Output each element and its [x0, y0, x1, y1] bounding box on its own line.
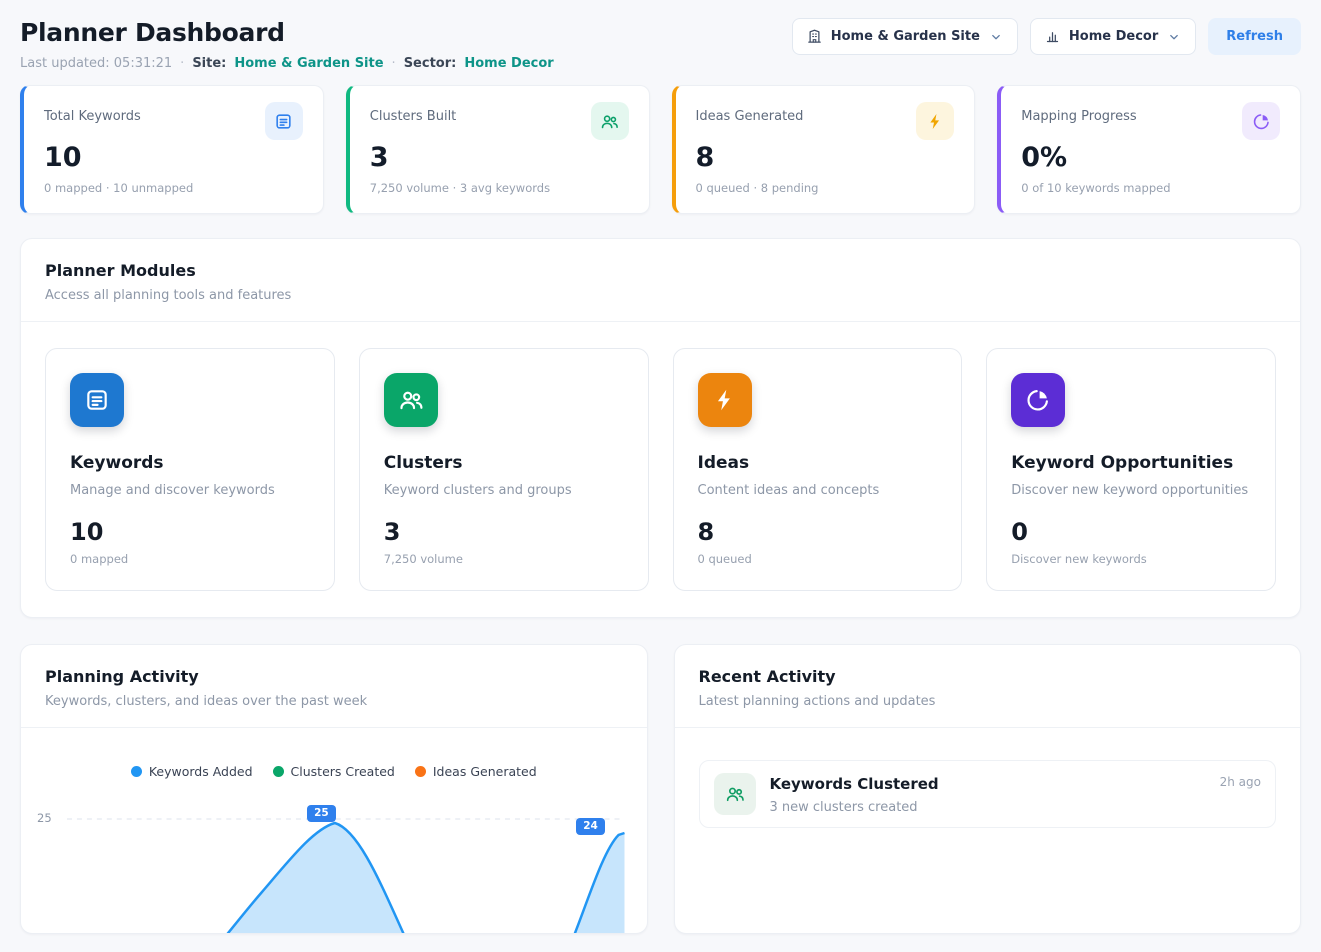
module-description: Content ideas and concepts: [698, 483, 938, 498]
module-description: Discover new keyword opportunities: [1011, 483, 1251, 498]
legend-label: Keywords Added: [149, 764, 253, 779]
recent-activity-panel: Recent Activity Latest planning actions …: [674, 644, 1302, 934]
stat-value: 10: [44, 142, 303, 173]
stat-detail: 7,250 volume · 3 avg keywords: [370, 181, 629, 195]
site-selector-value: Home & Garden Site: [831, 29, 980, 44]
keywords-added-area-series: [67, 813, 625, 934]
module-value: 10: [70, 518, 310, 546]
activity-title: Keywords Clustered: [770, 775, 1206, 793]
module-title: Keyword Opportunities: [1011, 453, 1251, 473]
planning-activity-title: Planning Activity: [45, 667, 623, 686]
data-label-right: 24: [576, 818, 605, 835]
users-icon: [714, 773, 756, 815]
document-icon: [265, 102, 303, 140]
planner-modules-panel: Planner Modules Access all planning tool…: [20, 238, 1301, 618]
legend-dot: [273, 766, 284, 777]
module-card-clusters[interactable]: Clusters Keyword clusters and groups 3 7…: [359, 348, 649, 591]
module-title: Clusters: [384, 453, 624, 473]
activity-timestamp: 2h ago: [1220, 775, 1261, 789]
legend-label: Clusters Created: [291, 764, 395, 779]
sector-label: Sector:: [404, 56, 457, 71]
module-card-keyword-opportunities[interactable]: Keyword Opportunities Discover new keywo…: [986, 348, 1276, 591]
bottom-row: Planning Activity Keywords, clusters, an…: [20, 644, 1301, 934]
stat-detail: 0 mapped · 10 unmapped: [44, 181, 303, 195]
module-card-ideas[interactable]: Ideas Content ideas and concepts 8 0 que…: [673, 348, 963, 591]
header-left: Planner Dashboard Last updated: 05:31:21…: [20, 18, 554, 71]
stat-label: Clusters Built: [370, 102, 457, 124]
stat-card-total-keywords: Total Keywords 10 0 mapped · 10 unmapped: [20, 85, 324, 214]
legend-label: Ideas Generated: [433, 764, 537, 779]
module-detail: 0 queued: [698, 552, 938, 566]
legend-dot: [415, 766, 426, 777]
legend-item-clusters-created: Clusters Created: [273, 764, 395, 779]
document-icon: [70, 373, 124, 427]
header-actions: Home & Garden Site Home Decor Refresh: [792, 18, 1301, 55]
planning-activity-subtitle: Keywords, clusters, and ideas over the p…: [45, 694, 623, 709]
y-axis-tick: 25: [37, 811, 52, 825]
stat-card-ideas-generated: Ideas Generated 8 0 queued · 8 pending: [672, 85, 976, 214]
last-updated-text: Last updated: 05:31:21: [20, 56, 172, 71]
legend-item-keywords-added: Keywords Added: [131, 764, 253, 779]
sector-selector-dropdown[interactable]: Home Decor: [1030, 18, 1196, 55]
planning-activity-panel: Planning Activity Keywords, clusters, an…: [20, 644, 648, 934]
modules-title: Planner Modules: [45, 261, 1276, 280]
stat-value: 3: [370, 142, 629, 173]
site-label: Site:: [192, 56, 226, 71]
module-detail: Discover new keywords: [1011, 552, 1251, 566]
module-description: Keyword clusters and groups: [384, 483, 624, 498]
meta-separator: ·: [392, 56, 396, 71]
site-link[interactable]: Home & Garden Site: [234, 56, 383, 71]
activity-description: 3 new clusters created: [770, 800, 1206, 815]
modules-grid: Keywords Manage and discover keywords 10…: [21, 322, 1300, 617]
planning-activity-chart: 25 25 24: [35, 793, 627, 933]
recent-activity-list: Keywords Clustered 3 new clusters create…: [675, 728, 1301, 852]
stat-label: Total Keywords: [44, 102, 141, 124]
module-value: 0: [1011, 518, 1251, 546]
sector-link[interactable]: Home Decor: [464, 56, 553, 71]
chevron-down-icon: [989, 30, 1003, 44]
module-detail: 0 mapped: [70, 552, 310, 566]
module-title: Ideas: [698, 453, 938, 473]
chevron-down-icon: [1167, 30, 1181, 44]
stat-label: Mapping Progress: [1021, 102, 1136, 124]
users-icon: [384, 373, 438, 427]
module-value: 8: [698, 518, 938, 546]
module-title: Keywords: [70, 453, 310, 473]
chart-legend: Keywords Added Clusters Created Ideas Ge…: [21, 728, 647, 787]
stat-value: 0%: [1021, 142, 1280, 173]
stat-label: Ideas Generated: [696, 102, 804, 124]
refresh-button[interactable]: Refresh: [1208, 18, 1301, 55]
lightning-icon: [698, 373, 752, 427]
modules-subtitle: Access all planning tools and features: [45, 288, 1276, 303]
building-icon: [807, 29, 822, 44]
users-icon: [591, 102, 629, 140]
data-label-peak: 25: [307, 805, 336, 822]
activity-item-keywords-clustered[interactable]: Keywords Clustered 3 new clusters create…: [699, 760, 1277, 828]
sector-selector-value: Home Decor: [1069, 29, 1158, 44]
bar-chart-icon: [1045, 29, 1060, 44]
module-description: Manage and discover keywords: [70, 483, 310, 498]
lightning-icon: [916, 102, 954, 140]
stat-detail: 0 of 10 keywords mapped: [1021, 181, 1280, 195]
stats-row: Total Keywords 10 0 mapped · 10 unmapped…: [20, 85, 1301, 214]
stat-detail: 0 queued · 8 pending: [696, 181, 955, 195]
module-detail: 7,250 volume: [384, 552, 624, 566]
stat-value: 8: [696, 142, 955, 173]
planner-dashboard-page: Planner Dashboard Last updated: 05:31:21…: [0, 0, 1321, 952]
pie-chart-icon: [1242, 102, 1280, 140]
pie-chart-icon: [1011, 373, 1065, 427]
page-title: Planner Dashboard: [20, 18, 554, 47]
recent-activity-subtitle: Latest planning actions and updates: [699, 694, 1277, 709]
page-header: Planner Dashboard Last updated: 05:31:21…: [20, 18, 1301, 71]
stat-card-clusters-built: Clusters Built 3 7,250 volume · 3 avg ke…: [346, 85, 650, 214]
stat-card-mapping-progress: Mapping Progress 0% 0 of 10 keywords map…: [997, 85, 1301, 214]
module-card-keywords[interactable]: Keywords Manage and discover keywords 10…: [45, 348, 335, 591]
page-meta: Last updated: 05:31:21 · Site: Home & Ga…: [20, 56, 554, 71]
meta-separator: ·: [180, 56, 184, 71]
module-value: 3: [384, 518, 624, 546]
legend-dot: [131, 766, 142, 777]
site-selector-dropdown[interactable]: Home & Garden Site: [792, 18, 1018, 55]
legend-item-ideas-generated: Ideas Generated: [415, 764, 537, 779]
recent-activity-title: Recent Activity: [699, 667, 1277, 686]
